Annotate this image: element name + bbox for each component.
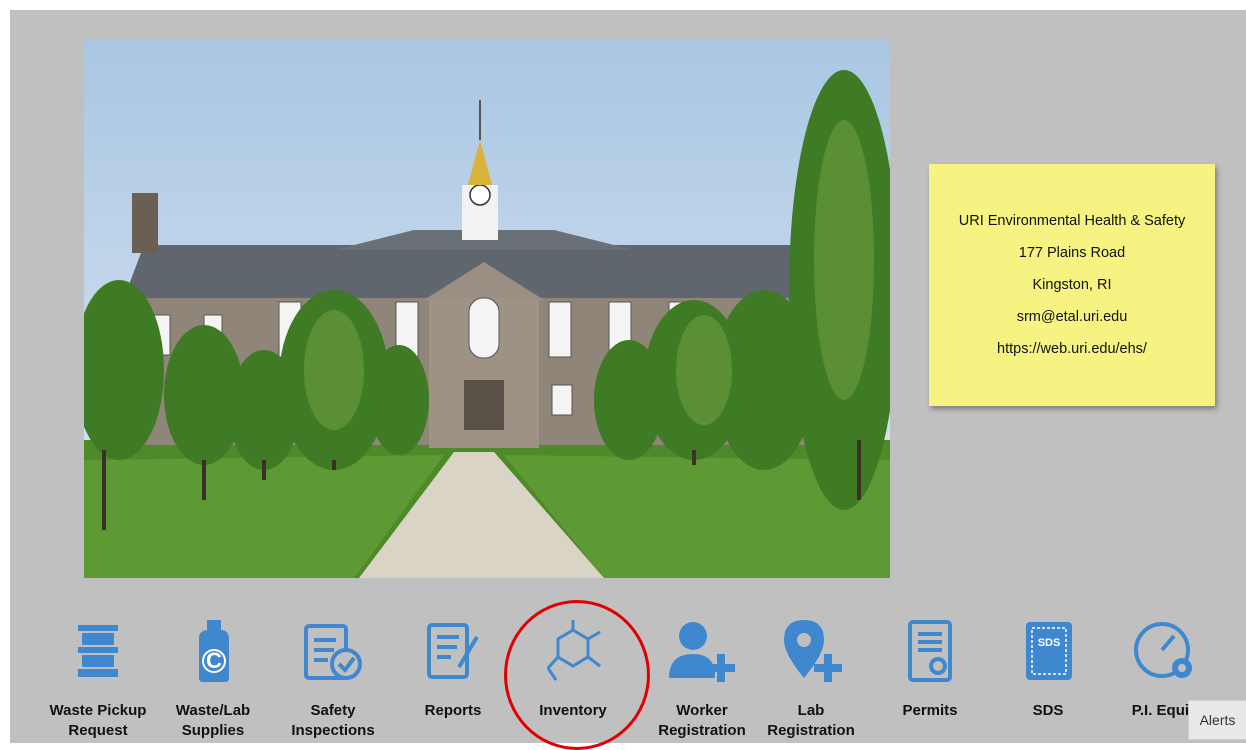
alerts-button[interactable]: Alerts bbox=[1188, 700, 1246, 740]
tile-label: Inventory bbox=[539, 702, 607, 719]
tile-label: Safety Inspections bbox=[291, 702, 375, 739]
worker-registration-tile[interactable]: Worker Registration bbox=[642, 615, 762, 743]
tile-label: Reports bbox=[424, 702, 482, 719]
lab-registration-tile[interactable]: Lab Registration bbox=[751, 615, 871, 743]
inventory-tile[interactable]: Inventory bbox=[513, 615, 633, 743]
permits-tile[interactable]: Permits bbox=[870, 615, 990, 743]
svg-text:SDS: SDS bbox=[1038, 637, 1061, 649]
contact-address: 177 Plains Road bbox=[1018, 245, 1126, 261]
waste-drum-icon bbox=[62, 615, 134, 687]
tile-label: Lab Registration bbox=[767, 702, 855, 739]
tile-label: Permits bbox=[902, 702, 958, 719]
gauge-gear-icon bbox=[1129, 615, 1201, 687]
permit-document-icon bbox=[894, 615, 966, 687]
contact-url[interactable]: https://web.uri.edu/ehs/ bbox=[997, 333, 1147, 365]
contact-org: URI Environmental Health & Safety bbox=[958, 213, 1186, 229]
reports-tile[interactable]: Reports bbox=[393, 615, 513, 743]
safety-inspections-tile[interactable]: Safety Inspections bbox=[273, 615, 393, 743]
campus-photo bbox=[84, 40, 890, 578]
add-location-icon bbox=[775, 615, 847, 687]
waste-lab-supplies-tile[interactable]: C Waste/Lab Supplies bbox=[153, 615, 273, 743]
sds-binder-icon: SDS bbox=[1012, 615, 1084, 687]
contact-city: Kingston, RI bbox=[1032, 277, 1112, 293]
tile-label: Worker Registration bbox=[658, 702, 746, 739]
jug-icon: C bbox=[177, 615, 249, 687]
contact-note: URI Environmental Health & Safety 177 Pl… bbox=[929, 164, 1215, 406]
molecule-icon bbox=[537, 615, 609, 687]
waste-pickup-request-tile[interactable]: Waste Pickup Request bbox=[38, 615, 158, 743]
tile-label: Waste Pickup Request bbox=[49, 702, 147, 739]
add-user-icon bbox=[666, 615, 738, 687]
sds-tile[interactable]: SDS SDS bbox=[988, 615, 1108, 743]
tile-label: Waste/Lab Supplies bbox=[175, 702, 251, 739]
report-edit-icon bbox=[417, 615, 489, 687]
contact-email: srm@etal.uri.edu bbox=[1016, 309, 1128, 325]
tile-label: SDS bbox=[1032, 702, 1064, 719]
checklist-icon bbox=[297, 615, 369, 687]
